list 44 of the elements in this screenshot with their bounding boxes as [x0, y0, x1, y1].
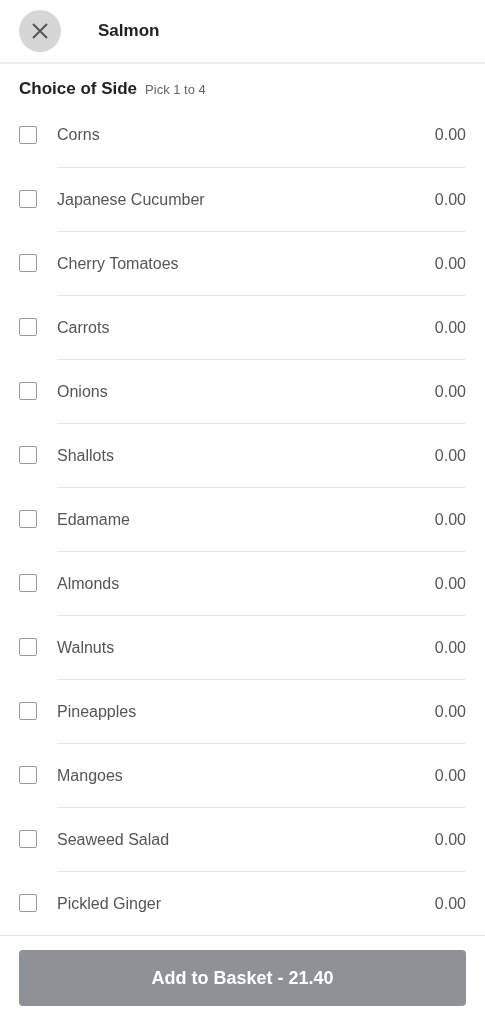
- option-price: 0.00: [434, 639, 466, 657]
- checkbox[interactable]: [19, 446, 37, 464]
- checkbox[interactable]: [19, 382, 37, 400]
- checkbox[interactable]: [19, 126, 37, 144]
- checkbox[interactable]: [19, 574, 37, 592]
- option-label: Seaweed Salad: [57, 831, 170, 849]
- option-price: 0.00: [434, 255, 466, 273]
- option-price: 0.00: [434, 831, 466, 849]
- option-price: 0.00: [434, 319, 466, 337]
- option-price: 0.00: [434, 895, 466, 913]
- option-price: 0.00: [434, 383, 466, 401]
- item-title: Salmon: [98, 21, 160, 41]
- option-price: 0.00: [434, 575, 466, 593]
- checkbox[interactable]: [19, 318, 37, 336]
- option-label: Cherry Tomatoes: [57, 255, 179, 273]
- option-label: Edamame: [57, 511, 130, 529]
- checkbox[interactable]: [19, 254, 37, 272]
- option-price: 0.00: [434, 767, 466, 785]
- checkbox[interactable]: [19, 894, 37, 912]
- option-label: Walnuts: [57, 639, 115, 657]
- checkbox[interactable]: [19, 638, 37, 656]
- option-label: Japanese Cucumber: [57, 191, 205, 209]
- checkbox[interactable]: [19, 510, 37, 528]
- option-price: 0.00: [434, 191, 466, 209]
- option-label: Shallots: [57, 447, 114, 465]
- checkbox[interactable]: [19, 190, 37, 208]
- option-label: Pineapples: [57, 703, 137, 721]
- checkbox[interactable]: [19, 830, 37, 848]
- option-label: Pickled Ginger: [57, 895, 162, 913]
- option-label: Onions: [57, 383, 108, 401]
- option-label: Almonds: [57, 575, 120, 593]
- option-price: 0.00: [434, 703, 466, 721]
- pick-hint: Pick 1 to 4: [145, 82, 206, 97]
- option-label: Carrots: [57, 319, 110, 337]
- checkbox[interactable]: [19, 702, 37, 720]
- option-label: Mangoes: [57, 767, 123, 785]
- checkbox[interactable]: [19, 766, 37, 784]
- close-icon: [31, 22, 49, 40]
- close-button[interactable]: [19, 10, 61, 52]
- option-label: Corns: [57, 126, 100, 144]
- option-price: 0.00: [434, 511, 466, 529]
- option-price: 0.00: [434, 126, 466, 144]
- section-title: Choice of Side: [19, 79, 138, 99]
- option-price: 0.00: [434, 447, 466, 465]
